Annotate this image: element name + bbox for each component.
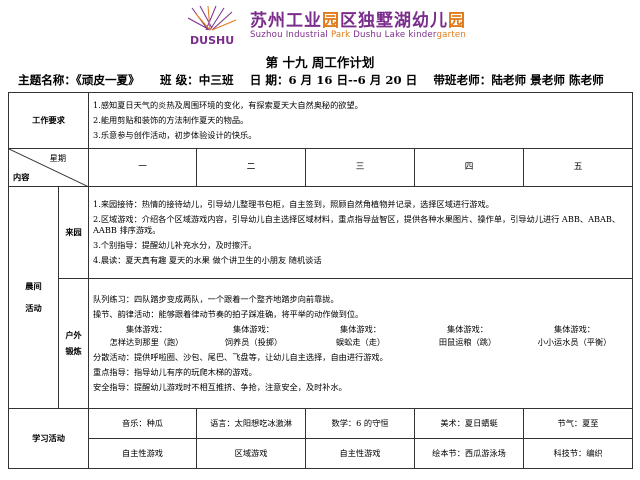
day-monday: 一 <box>88 148 198 187</box>
plan-info: 主题名称：《顽皮一夏》 班 级：中三班 日 期：6 月 16 日--6 月 20… <box>18 72 628 88</box>
queue-practice: 队列练习：四队踏步变成两队，一个跟着一个整齐地踏步向前靠拢。 <box>93 293 339 304</box>
group-game: 集体游戏： 蜈蚣走（走） <box>335 323 386 347</box>
study-activity: 语言：太阳想吃冰激淋 <box>196 408 307 439</box>
svg-text:DUSHU: DUSHU <box>190 34 234 47</box>
play-activity: 自主性游戏 <box>88 438 198 469</box>
date-label: 日 期： <box>249 73 289 87</box>
arrival-item: 4.晨读：夏天真有趣 夏天的水果 做个讲卫生的小朋友 随机谈话 <box>93 255 322 266</box>
play-activity: 自主性游戏 <box>305 438 416 469</box>
group-games: 集体游戏： 怎样达到那里（跑） 集体游戏： 饲养员（投掷） 集体游戏： 蜈蚣走（走） … <box>93 322 628 350</box>
play-activity: 科技节：编织 <box>523 438 634 469</box>
school-name-en: Suzhou Industrial Park Dushu Lake kinder… <box>250 30 467 40</box>
exercise-practice: 操节、韵律活动：能够跟着律动节奏的拍子踩准确，将平举的动作做到位。 <box>93 308 364 319</box>
safety-guidance: 安全指导：提醒幼儿游戏时不相互推挤、争抢，注意安全，及时补水。 <box>93 382 347 393</box>
arrival-item: 3.个别指导：提醒幼儿补充水分，及时擦汗。 <box>93 240 257 251</box>
outdoor-content: 队列练习：四队踏步变成两队，一个跟着一个整齐地踏步向前靠拢。 操节、韵律活动：能… <box>88 278 634 409</box>
school-logo: DUSHU 苏州工业园区独墅湖幼儿园 Suzhou Industrial Par… <box>186 4 486 48</box>
theme-label: 主题名称： <box>18 73 76 87</box>
day-friday: 五 <box>523 148 634 187</box>
teacher-label: 带班老师： <box>433 73 492 87</box>
week-corner-cell: 星期 内容 <box>7 148 90 187</box>
study-activity-label: 学习活动 <box>7 408 90 469</box>
morning-activity-label: 晨间 活动 <box>8 186 59 409</box>
play-activity: 绘本节：西瓜游泳场 <box>414 438 525 469</box>
content-header-label: 内容 <box>13 171 30 182</box>
requirement-item: 3.乐意参与创作活动，初步体验设计的快乐。 <box>93 130 257 141</box>
group-game: 集体游戏： 饲养员（投掷） <box>224 323 283 347</box>
logo-mark-icon: DUSHU <box>187 5 237 47</box>
requirements-label: 工作要求 <box>7 92 90 149</box>
date-value: 6 月 16 日--6 月 20 日 <box>288 73 418 87</box>
day-wednesday: 三 <box>305 148 416 187</box>
outdoor-label: 户外 锻炼 <box>57 278 90 409</box>
study-activity: 音乐：种瓜 <box>88 408 198 439</box>
day-tuesday: 二 <box>196 148 307 187</box>
group-game: 集体游戏： 小小运水员（平衡） <box>537 323 612 347</box>
study-activity: 美术：夏日蜻蜓 <box>414 408 525 439</box>
class-value: 中三班 <box>198 73 234 87</box>
school-name: 苏州工业园区独墅湖幼儿园 <box>250 11 466 31</box>
arrival-item: 1.来园接待：热情的接待幼儿，引导幼儿整理书包柜，自主签到，照顾自然角植物并记录… <box>93 198 494 209</box>
study-activity: 节气：夏至 <box>523 408 634 439</box>
requirement-item: 2.能用剪贴和装饰的方法制作夏天的物品。 <box>93 114 249 125</box>
weekly-plan-table: 工作要求 1.感知夏日天气的炎热及周围环境的变化，有探索夏天大自然奥秘的欲望。 … <box>7 92 634 469</box>
theme-value: 《顽皮一夏》 <box>75 73 140 87</box>
requirements-content: 1.感知夏日天气的炎热及周围环境的变化，有探索夏天大自然奥秘的欲望。 2.能用剪… <box>88 92 634 149</box>
class-label: 班 级： <box>159 73 199 87</box>
day-thursday: 四 <box>414 148 525 187</box>
arrival-content: 1.来园接待：热情的接待幼儿，引导幼儿整理书包柜，自主签到，照顾自然角植物并记录… <box>88 186 634 279</box>
study-activity: 数学：6 的守恒 <box>305 408 416 439</box>
page-title: 第 十九 周工作计划 <box>265 55 375 70</box>
requirement-item: 1.感知夏日天气的炎热及周围环境的变化，有探索夏天大自然奥秘的欲望。 <box>93 99 363 110</box>
teacher-value: 陆老师 景老师 陈老师 <box>491 73 604 87</box>
play-activity: 区域游戏 <box>196 438 307 469</box>
weekday-header-label: 星期 <box>49 153 67 163</box>
arrival-item: 2.区域游戏：介绍各个区域游戏内容，引导幼儿自主选择区域材料，重点指导益智区，提… <box>93 213 621 235</box>
arrival-label: 来园 <box>57 186 90 279</box>
group-game: 集体游戏： 田鼠运粮（跳） <box>438 323 497 347</box>
group-game: 集体游戏： 怎样达到那里（跑） <box>109 323 184 347</box>
key-guidance: 重点指导：指导幼儿有序的玩爬木梯的游戏。 <box>93 367 257 378</box>
free-play: 分散活动：提供呼啦圈、沙包、尾巴、飞盘等，让幼儿自主选择，自由进行游戏。 <box>93 352 388 363</box>
